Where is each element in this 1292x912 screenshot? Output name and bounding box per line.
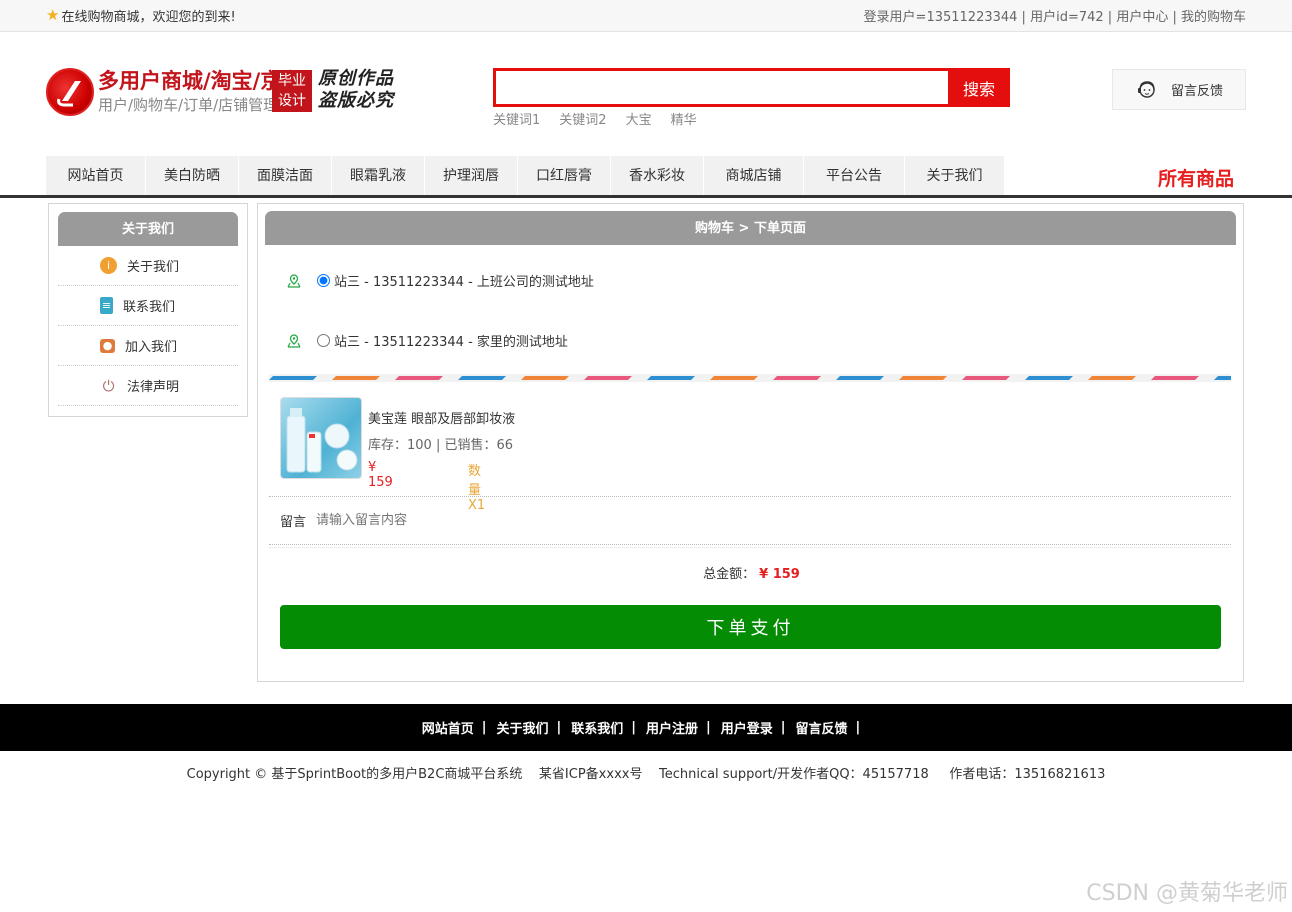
keyword-link[interactable]: 关键词2: [559, 109, 606, 128]
footer-link-feedback[interactable]: 留言反馈: [796, 718, 848, 737]
nav-item-home[interactable]: 网站首页: [46, 156, 146, 195]
nav-item-eye-cream[interactable]: 眼霜乳液: [332, 156, 425, 195]
address-option[interactable]: 站三 - 13511223344 - 家里的测试地址: [286, 331, 568, 350]
watermark: CSDN @黄菊华老师: [1086, 881, 1288, 906]
pay-button[interactable]: 下单支付: [280, 605, 1221, 649]
order-total: 总金额： ¥ 159: [258, 563, 1245, 582]
address-label: 站三 - 13511223344 - 家里的测试地址: [334, 335, 568, 350]
order-title: 购物车 > 下单页面: [265, 211, 1236, 245]
envelope-stripe: [269, 374, 1231, 382]
graduation-badge: 毕业 设计: [272, 70, 312, 112]
lock-icon: ●: [100, 338, 115, 353]
address-radio[interactable]: [317, 274, 330, 287]
copyright: Copyright © 基于SprintBoot的多用户B2C商城平台系统 某省…: [186, 767, 1106, 782]
sidebar-item-about[interactable]: i 关于我们: [58, 246, 238, 286]
user-id-link[interactable]: 用户id=742: [1030, 10, 1104, 25]
main-nav: 网站首页 美白防晒 面膜洁面 眼霜乳液 护理润唇 口红唇膏 香水彩妆 商城店铺 …: [0, 156, 1292, 198]
search-input[interactable]: [496, 71, 948, 104]
address-radio[interactable]: [317, 334, 330, 347]
footer-link-contact[interactable]: 联系我们: [571, 718, 623, 737]
hot-keywords: 关键词1 关键词2 大宝 精华: [493, 109, 697, 128]
sidebar-item-join[interactable]: ● 加入我们: [58, 326, 238, 366]
welcome-message: ★ 在线购物商城，欢迎您的到来!: [46, 6, 236, 26]
message-row: 留言: [280, 511, 717, 530]
logo[interactable]: 多用户商城/淘宝/京东 用户/购物车/订单/店铺管理: [46, 68, 302, 116]
nav-item-lip-care[interactable]: 护理润唇: [425, 156, 518, 195]
footer-link-login[interactable]: 用户登录: [721, 718, 773, 737]
main-area: 关于我们 i 关于我们 ≡ 联系我们 ● 加入我们 ⏻ 法律声明 购物车 > 下…: [0, 198, 1292, 704]
keyword-link[interactable]: 精华: [671, 109, 697, 128]
nav-item-mask[interactable]: 面膜洁面: [239, 156, 332, 195]
sidebar-item-label: 联系我们: [123, 300, 176, 315]
message-label: 留言: [280, 515, 307, 530]
address-option[interactable]: 站三 - 13511223344 - 上班公司的测试地址: [286, 271, 594, 290]
star-icon: ★: [46, 6, 60, 24]
search-box: 搜索: [493, 68, 1010, 107]
product-name[interactable]: 美宝莲 眼部及唇部卸妆液: [368, 408, 668, 427]
clipboard-icon: ≡: [100, 297, 113, 314]
my-cart-link[interactable]: 我的购物车: [1181, 10, 1246, 25]
badge-line-2: 设计: [278, 93, 306, 109]
top-bar: ★ 在线购物商城，欢迎您的到来! 登录用户=13511223344 | 用户id…: [0, 0, 1292, 32]
address-label: 站三 - 13511223344 - 上班公司的测试地址: [334, 275, 594, 290]
search-button[interactable]: 搜索: [948, 68, 1010, 107]
location-icon: [287, 273, 301, 288]
product-quantity: 数量 X1: [468, 464, 486, 513]
divider: [269, 496, 1231, 497]
power-icon: ⏻: [102, 376, 115, 395]
nav-item-perfume[interactable]: 香水彩妆: [611, 156, 704, 195]
nav-item-lipstick[interactable]: 口红唇膏: [518, 156, 611, 195]
sidebar-item-label: 加入我们: [125, 340, 178, 355]
footer-link-home[interactable]: 网站首页: [422, 718, 474, 737]
nav-item-notice[interactable]: 平台公告: [804, 156, 905, 195]
product-stock: 库存：100 | 已销售：66: [368, 438, 513, 453]
feedback-button[interactable]: 留言反馈: [1112, 69, 1246, 110]
keyword-link[interactable]: 关键词1: [493, 109, 540, 128]
sidebar-title: 关于我们: [58, 212, 238, 246]
customer-service-icon: [1137, 80, 1155, 98]
total-value: ¥ 159: [759, 567, 800, 582]
footer-link-register[interactable]: 用户注册: [646, 718, 698, 737]
footer-links: 网站首页 | 关于我们 | 联系我们 | 用户注册 | 用户登录 | 留言反馈 |: [0, 704, 1292, 751]
sidebar-item-legal[interactable]: ⏻ 法律声明: [58, 366, 238, 406]
badge-line-1: 毕业: [278, 73, 306, 89]
user-links: 登录用户=13511223344 | 用户id=742 | 用户中心 | 我的购…: [863, 10, 1246, 25]
login-user-link[interactable]: 登录用户=13511223344: [864, 10, 1018, 25]
order-panel: 购物车 > 下单页面 站三 - 13511223344 - 上班公司的测试地址 …: [257, 203, 1244, 682]
nav-item-whitening[interactable]: 美白防晒: [146, 156, 239, 195]
user-center-link[interactable]: 用户中心: [1116, 10, 1168, 25]
slogan-line-2: 盗版必究: [318, 90, 394, 111]
sidebar-item-label: 法律声明: [127, 380, 180, 395]
message-input[interactable]: [316, 511, 717, 530]
feedback-label: 留言反馈: [1170, 84, 1223, 99]
nav-item-shops[interactable]: 商城店铺: [704, 156, 804, 195]
nav-item-about[interactable]: 关于我们: [905, 156, 1005, 195]
sidebar-item-label: 关于我们: [127, 260, 180, 275]
header: 多用户商城/淘宝/京东 用户/购物车/订单/店铺管理 毕业 设计 原创作品 盗版…: [0, 32, 1292, 156]
welcome-text: 在线购物商城，欢迎您的到来!: [61, 10, 236, 25]
sidebar-item-contact[interactable]: ≡ 联系我们: [58, 286, 238, 326]
location-icon: [287, 333, 301, 348]
all-goods-link[interactable]: 所有商品: [1158, 164, 1234, 191]
logo-icon: [46, 68, 94, 116]
product-price: ¥ 159: [368, 460, 393, 490]
product-image[interactable]: [280, 397, 362, 479]
info-icon: i: [100, 257, 117, 274]
product-photo-icon: [286, 408, 358, 473]
divider: [269, 544, 1231, 548]
slogan: 原创作品 盗版必究: [318, 68, 394, 112]
total-label: 总金额：: [703, 567, 756, 582]
footer-link-about[interactable]: 关于我们: [496, 718, 548, 737]
slogan-line-1: 原创作品: [318, 68, 394, 89]
sidebar: 关于我们 i 关于我们 ≡ 联系我们 ● 加入我们 ⏻ 法律声明: [48, 203, 248, 417]
keyword-link[interactable]: 大宝: [626, 109, 652, 128]
